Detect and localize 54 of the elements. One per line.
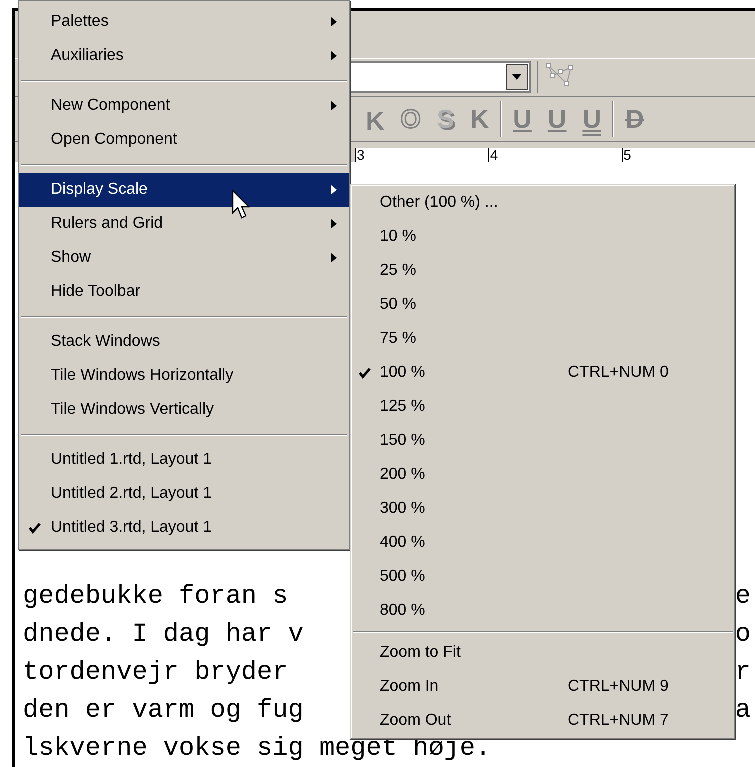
- shortcut-text: CTRL+NUM 0: [568, 363, 669, 383]
- submenu-arrow-icon: [331, 101, 337, 111]
- dropdown-button[interactable]: [506, 64, 528, 90]
- menu-item[interactable]: Hide Toolbar: [19, 275, 349, 309]
- menu-item[interactable]: 50 %: [351, 288, 735, 322]
- menu-item[interactable]: 150 %: [351, 424, 735, 458]
- menu-item[interactable]: Other (100 %) ...: [351, 186, 735, 220]
- ruler-label: 5: [622, 148, 755, 162]
- menu-item[interactable]: 100 % CTRL+NUM 0: [351, 356, 735, 390]
- document-text: tordenvejr bryder: [23, 658, 288, 685]
- menu-item[interactable]: 25 %: [351, 254, 735, 288]
- ruler-label: 4: [488, 148, 622, 162]
- menu-item[interactable]: Zoom to Fit: [351, 636, 735, 670]
- menu-item[interactable]: Untitled 1.rtd, Layout 1: [19, 443, 349, 477]
- menu-item[interactable]: Rulers and Grid: [19, 207, 349, 241]
- shortcut-text: CTRL+NUM 9: [568, 677, 669, 697]
- menu-item[interactable]: Tile Windows Horizontally: [19, 359, 349, 393]
- menu-item[interactable]: 75 %: [351, 322, 735, 356]
- menu-item[interactable]: New Component: [19, 89, 349, 123]
- menu-item[interactable]: Tile Windows Vertically: [19, 393, 349, 427]
- ruler-label: 3: [355, 148, 488, 162]
- menu-item[interactable]: 800 %: [351, 594, 735, 628]
- mouse-cursor-icon: [232, 190, 252, 220]
- document-text: dnede. I dag har v: [23, 620, 304, 647]
- menu-item[interactable]: Auxiliaries: [19, 39, 349, 73]
- menu-item[interactable]: 500 %: [351, 560, 735, 594]
- menu-item[interactable]: 125 %: [351, 390, 735, 424]
- submenu-arrow-icon: [331, 253, 337, 263]
- menu-item[interactable]: Display Scale: [19, 173, 349, 207]
- document-text: gedebukke foran s: [23, 582, 288, 609]
- document-text: e: [735, 582, 751, 609]
- caret-icon: [512, 74, 522, 80]
- submenu-arrow-icon: [331, 219, 337, 229]
- document-text: r: [735, 658, 751, 685]
- menu-item[interactable]: 400 %: [351, 526, 735, 560]
- submenu-arrow-icon: [331, 185, 337, 195]
- menu-item[interactable]: 300 %: [351, 492, 735, 526]
- menu-item[interactable]: Stack Windows: [19, 325, 349, 359]
- menu-item[interactable]: Show: [19, 241, 349, 275]
- document-text: den er varm og fug: [23, 696, 304, 723]
- menu-item[interactable]: Open Component: [19, 123, 349, 157]
- menu-item[interactable]: Untitled 2.rtd, Layout 1: [19, 477, 349, 511]
- submenu-arrow-icon: [331, 51, 337, 61]
- checkmark-icon: [29, 523, 41, 534]
- checkmark-icon: [359, 368, 371, 379]
- menu-item[interactable]: Untitled 3.rtd, Layout 1: [19, 511, 349, 545]
- menu-item[interactable]: 10 %: [351, 220, 735, 254]
- document-text: a: [735, 696, 751, 723]
- shortcut-text: CTRL+NUM 7: [568, 711, 669, 731]
- document-text: o: [735, 620, 751, 647]
- submenu-arrow-icon: [331, 17, 337, 27]
- menu-item[interactable]: Zoom In CTRL+NUM 9: [351, 670, 735, 704]
- menu-item[interactable]: 200 %: [351, 458, 735, 492]
- menu-item[interactable]: Palettes: [19, 5, 349, 39]
